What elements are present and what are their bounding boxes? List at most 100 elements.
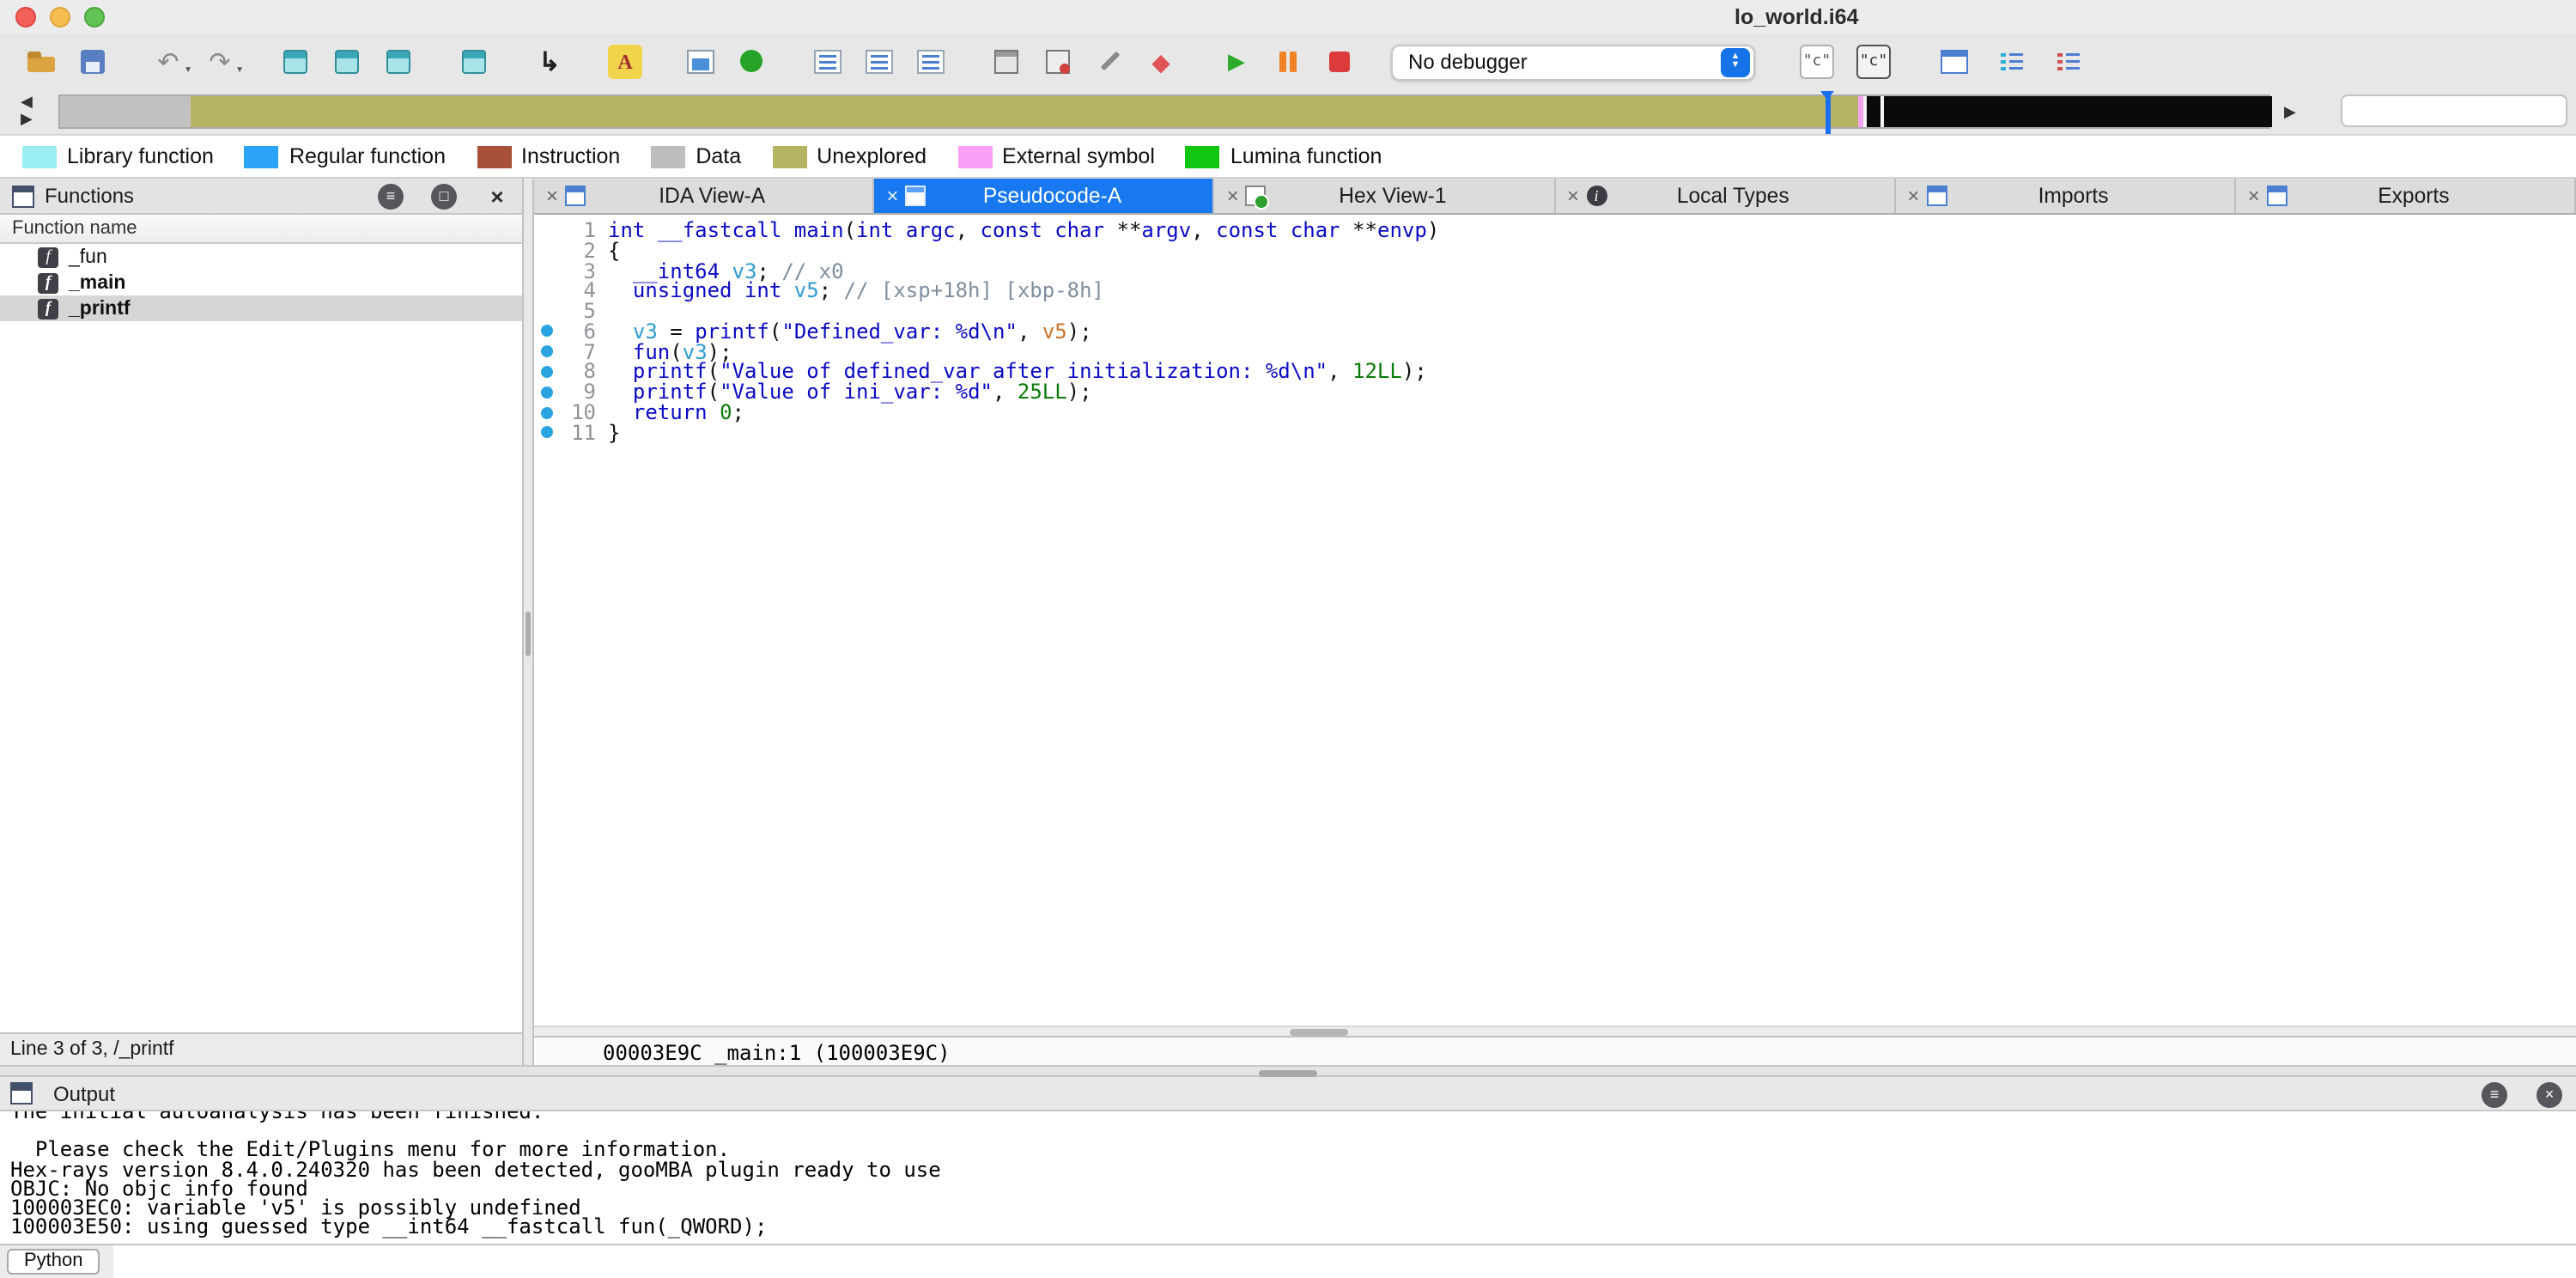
address-dot[interactable] — [534, 427, 558, 439]
list-cyan-icon[interactable] — [1994, 45, 2028, 79]
minimize-window-button[interactable] — [50, 7, 70, 27]
text-options-icon[interactable] — [608, 45, 642, 79]
pseudocode-view-icon[interactable] — [1856, 45, 1891, 79]
panel-menu-button[interactable]: ≡ — [378, 184, 404, 210]
tab-local-types[interactable]: ×Local Types — [1555, 179, 1895, 213]
desktop-window-icon-2[interactable] — [330, 45, 364, 79]
nav-segment-data[interactable] — [60, 96, 191, 127]
tab-exports[interactable]: ×Exports — [2236, 179, 2576, 213]
tab-close-icon[interactable]: × — [1907, 184, 1919, 208]
nav-right-icon[interactable]: ▶ — [21, 110, 33, 127]
horizontal-splitter-grip[interactable] — [1259, 1069, 1317, 1076]
desktop-window-icon-3[interactable] — [381, 45, 416, 79]
address-dot[interactable] — [534, 326, 558, 338]
desktop-window-icon-4[interactable] — [457, 45, 491, 79]
pause-process-icon[interactable] — [1271, 45, 1305, 79]
select-stepper-icon[interactable]: ▲▼ — [1721, 47, 1750, 76]
tab-label: Imports — [1947, 184, 2199, 208]
legend-item: Data — [651, 144, 741, 168]
close-window-button[interactable] — [15, 7, 36, 27]
output-lines[interactable]: The initial autoanalysis has been finish… — [0, 1111, 2576, 1244]
navigate-forward-icon[interactable] — [203, 45, 237, 79]
function-list: f_funf_mainf_printf — [0, 244, 522, 1032]
code-line: 7 fun(v3); — [534, 342, 2576, 362]
panel-float-button[interactable]: □ — [431, 184, 457, 210]
legend-swatch — [22, 145, 57, 167]
lumina-icon[interactable] — [735, 45, 769, 79]
panel-close-button[interactable]: × — [484, 184, 510, 210]
tab-pseudocode-a[interactable]: ×Pseudocode-A — [874, 179, 1214, 213]
jump-to-address-icon[interactable] — [532, 45, 567, 79]
breakpoint-icon[interactable] — [1144, 45, 1178, 79]
function-row[interactable]: f_fun — [0, 244, 522, 270]
output-menu-button[interactable]: ≡ — [2482, 1081, 2507, 1107]
tab-close-icon[interactable]: × — [2248, 184, 2260, 208]
vertical-splitter-grip[interactable] — [526, 612, 531, 656]
open-file-icon[interactable] — [24, 45, 58, 79]
legend-swatch — [957, 145, 992, 167]
window-breakpoint-icon[interactable] — [1041, 45, 1075, 79]
code-line: 2{ — [534, 240, 2576, 261]
nav-segment-dark2[interactable] — [1884, 96, 2272, 127]
nav-segment-dark[interactable] — [1867, 96, 1880, 127]
cli-language-button[interactable]: Python — [7, 1249, 100, 1275]
stepper-down-icon: ▼ — [1731, 62, 1741, 71]
nav-segment-unexplored[interactable] — [191, 96, 1858, 127]
debugger-select[interactable]: No debugger ▲▼ — [1391, 44, 1755, 80]
signature-icon[interactable] — [1092, 45, 1127, 79]
tab-close-icon[interactable]: × — [886, 184, 898, 208]
output-header-buttons: ≡ × — [2482, 1081, 2562, 1107]
tab-ida-view-a[interactable]: ×IDA View-A — [534, 179, 874, 213]
main-toolbar: No debugger ▲▼ — [0, 34, 2576, 89]
pseudocode-lines[interactable]: 1int __fastcall main(int argc, const cha… — [534, 215, 2576, 1025]
address-dot[interactable] — [534, 406, 558, 418]
function-name-column-header[interactable]: Function name — [0, 215, 522, 244]
stop-process-icon[interactable] — [1322, 45, 1357, 79]
legend-item: Regular function — [245, 144, 446, 168]
function-row[interactable]: f_printf — [0, 295, 522, 321]
code-scrollbar-grip[interactable] — [1290, 1029, 1348, 1036]
legend-label: Library function — [67, 144, 214, 168]
legend-label: External symbol — [1002, 144, 1155, 168]
output-header: Output ≡ × — [0, 1077, 2576, 1111]
cli-input[interactable] — [113, 1245, 2576, 1278]
tab-close-icon[interactable]: × — [1567, 184, 1579, 208]
list-red-icon[interactable] — [2050, 45, 2085, 79]
navigate-back-icon[interactable] — [151, 45, 185, 79]
address-dot[interactable] — [534, 345, 558, 357]
address-dot[interactable] — [534, 366, 558, 378]
zoom-window-button[interactable] — [84, 7, 105, 27]
legend-label: Lumina function — [1230, 144, 1382, 168]
code-line: 4 unsigned int v5; // [xsp+18h] [xbp-8h] — [534, 281, 2576, 301]
function-row[interactable]: f_main — [0, 270, 522, 295]
nav-band[interactable] — [58, 94, 2270, 129]
output-close-button[interactable]: × — [2537, 1081, 2562, 1107]
vertical-splitter[interactable] — [522, 179, 534, 1065]
save-file-icon[interactable] — [76, 45, 110, 79]
desktop-window-icon-1[interactable] — [278, 45, 313, 79]
toolbar-right-icons — [1789, 45, 2085, 79]
window-edit-icon[interactable] — [989, 45, 1024, 79]
produce-c-file-icon[interactable] — [1800, 45, 1834, 79]
graph-view-icon[interactable] — [683, 45, 718, 79]
tab-hex-view-1[interactable]: ×Hex View-1 — [1215, 179, 1555, 213]
nav-scroll-right-icon[interactable]: ▶ — [2284, 103, 2296, 122]
tab-close-icon[interactable]: × — [546, 184, 558, 208]
address-dot[interactable] — [534, 386, 558, 399]
nav-left-icon[interactable]: ◀ — [21, 93, 33, 110]
nav-search-input[interactable] — [2341, 94, 2567, 127]
start-process-icon[interactable] — [1219, 45, 1254, 79]
nav-scroll-left[interactable]: ◀▶ — [21, 93, 33, 127]
table-view-icon[interactable] — [1937, 45, 1971, 79]
code-line: 8 printf("Value of defined_var after ini… — [534, 362, 2576, 382]
output-line-clipped: The initial autoanalysis has been finish… — [10, 1111, 2576, 1122]
nav-current-position-marker[interactable] — [1826, 93, 1831, 134]
list-view-icon-1[interactable] — [811, 45, 845, 79]
window-controls — [15, 7, 105, 27]
list-view-icon-2[interactable] — [862, 45, 896, 79]
horizontal-splitter[interactable] — [0, 1065, 2576, 1077]
tab-imports[interactable]: × Imports — [1895, 179, 2235, 213]
list-view-icon-3[interactable] — [914, 45, 948, 79]
tab-close-icon[interactable]: × — [1227, 184, 1239, 208]
code-horizontal-scrollbar[interactable] — [534, 1025, 2576, 1036]
